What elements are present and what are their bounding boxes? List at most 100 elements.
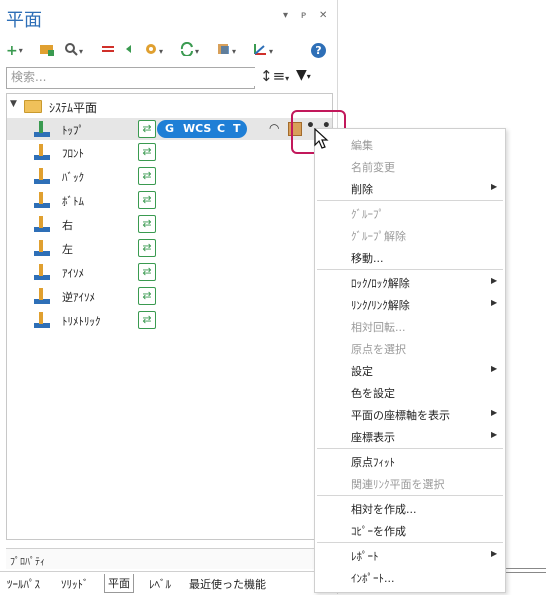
- folder-icon: [24, 100, 42, 113]
- tree-item-left[interactable]: 左 ⇄: [7, 237, 332, 259]
- tab-solid[interactable]: ｿﾘｯﾄﾞ: [58, 575, 92, 593]
- panel-title: 平面: [6, 10, 42, 31]
- chevron-down-icon: ▾: [18, 46, 23, 55]
- tree-item-label: ﾊﾞｯｸ: [62, 171, 84, 184]
- tree-item-top[interactable]: ﾄｯﾌﾟ ⇄ G WCS C T ◠ • •: [7, 118, 332, 140]
- search-input[interactable]: [7, 68, 255, 86]
- plane-icon: [32, 288, 50, 304]
- link-plane-icon[interactable]: ⇄: [138, 120, 156, 138]
- submenu-arrow-icon: ▶: [491, 182, 498, 191]
- tree-item-right[interactable]: 右 ⇄: [7, 213, 332, 235]
- axis-button[interactable]: ▾: [252, 42, 274, 60]
- menu-item-create-relative[interactable]: 相対を作成...: [315, 497, 505, 519]
- submenu-arrow-icon: ▶: [491, 298, 498, 307]
- menu-separator: [317, 448, 503, 449]
- submenu-arrow-icon: ▶: [491, 549, 498, 558]
- refresh-icon: [180, 41, 193, 57]
- axis-icon: [254, 44, 266, 55]
- search-box: [6, 67, 255, 89]
- tree-item-reverse-isometric[interactable]: 逆ｱｲｿﾒ ⇄: [7, 285, 332, 307]
- tab-planes[interactable]: 平面: [104, 574, 134, 593]
- sort-button[interactable]: ↕≡▾: [260, 67, 289, 85]
- tree-item-front[interactable]: ﾌﾛﾝﾄ ⇄: [7, 141, 332, 163]
- tree-item-trimetric[interactable]: ﾄﾘﾒﾄﾘｯｸ ⇄: [7, 309, 332, 331]
- menu-item-select-related-link-planes[interactable]: 関連ﾘﾝｸ平面を選択: [315, 472, 505, 494]
- filter-icon: ▼: [296, 67, 307, 83]
- link-plane-icon[interactable]: ⇄: [138, 287, 156, 305]
- submenu-arrow-icon: ▶: [491, 408, 498, 417]
- chevron-down-icon: ▾: [159, 47, 164, 56]
- mouse-cursor-icon: [314, 128, 329, 149]
- panel-menu-icon[interactable]: ▾: [283, 10, 288, 21]
- menu-item-edit[interactable]: 編集: [315, 133, 505, 155]
- link-plane-icon[interactable]: ⇄: [138, 167, 156, 185]
- tree-item-label: ﾎﾞﾄﾑ: [62, 195, 84, 208]
- menu-item-select-origin[interactable]: 原点を選択: [315, 337, 505, 359]
- badge-c: C: [217, 122, 226, 135]
- menu-item-rename[interactable]: 名前変更: [315, 155, 505, 177]
- pin-icon[interactable]: ᴘ: [301, 10, 306, 21]
- expand-toggle-icon[interactable]: ▼: [10, 99, 17, 109]
- tree-item-bottom[interactable]: ﾎﾞﾄﾑ ⇄: [7, 189, 332, 211]
- tree-item-label: ｱｲｿﾒ: [62, 267, 84, 280]
- sort-icon: ↕≡: [260, 67, 286, 85]
- tree-item-label: 逆ｱｲｿﾒ: [62, 291, 95, 304]
- visibility-icon[interactable]: ◠: [269, 121, 279, 135]
- menu-item-relative-rotate[interactable]: 相対回転...: [315, 315, 505, 337]
- folder-add-button[interactable]: [39, 42, 61, 60]
- undo-icon: [126, 45, 131, 53]
- link-plane-icon[interactable]: ⇄: [138, 311, 156, 329]
- sync-button[interactable]: ▾: [180, 41, 202, 60]
- menu-item-create-copy[interactable]: ｺﾋﾟｰを作成: [315, 519, 505, 541]
- tab-recent-functions[interactable]: 最近使った機能: [186, 575, 269, 593]
- tree-root-system-planes[interactable]: ▼ ｼｽﾃﾑ平面: [7, 97, 332, 117]
- link-plane-icon[interactable]: ⇄: [138, 143, 156, 161]
- menu-item-show-coordinates[interactable]: 座標表示 ▶: [315, 425, 505, 447]
- menu-item-move[interactable]: 移動...: [315, 246, 505, 268]
- undo-plane-button[interactable]: [123, 42, 145, 60]
- divider-lines: [506, 568, 546, 573]
- chevron-down-icon: ▾: [306, 72, 311, 81]
- plane-icon: [32, 144, 50, 160]
- settings-button[interactable]: ▾: [144, 42, 166, 60]
- filter-button[interactable]: ▼▾: [296, 67, 311, 83]
- link-plane-icon[interactable]: ⇄: [138, 215, 156, 233]
- menu-item-show-plane-axes[interactable]: 平面の座標軸を表示 ▶: [315, 403, 505, 425]
- plane-icon: [32, 240, 50, 256]
- menu-item-origin-fit[interactable]: 原点ﾌｨｯﾄ: [315, 450, 505, 472]
- properties-bar[interactable]: ﾌﾟﾛﾊﾟﾃｨ: [6, 548, 337, 569]
- tab-toolpath[interactable]: ﾂｰﾙﾊﾟｽ: [4, 575, 43, 593]
- panel-toolbar: +▾ ▾ ▾ ▾ ▾ ▾ ?: [6, 40, 332, 62]
- chevron-down-icon: ▾: [79, 47, 84, 56]
- plane-tree: ▼ ｼｽﾃﾑ平面 ﾄｯﾌﾟ ⇄ G WCS C T ◠ • • ﾌﾛﾝﾄ ⇄ ﾊ…: [6, 93, 333, 540]
- menu-item-ungroup[interactable]: ｸﾞﾙｰﾌﾟ解除: [315, 224, 505, 246]
- menu-item-set-color[interactable]: 色を設定: [315, 381, 505, 403]
- context-menu: 編集 名前変更 削除 ▶ ｸﾞﾙｰﾌﾟ ｸﾞﾙｰﾌﾟ解除 移動... ﾛｯｸ/ﾛｯ…: [314, 128, 506, 593]
- menu-item-link-unlink[interactable]: ﾘﾝｸ/ﾘﾝｸ解除 ▶: [315, 293, 505, 315]
- submenu-arrow-icon: ▶: [491, 364, 498, 373]
- add-plane-button[interactable]: +▾: [6, 42, 28, 60]
- menu-item-delete[interactable]: 削除 ▶: [315, 177, 505, 199]
- close-icon[interactable]: ✕: [319, 10, 327, 21]
- view-plane-button[interactable]: ▾: [217, 42, 239, 60]
- menu-item-group[interactable]: ｸﾞﾙｰﾌﾟ: [315, 202, 505, 224]
- search-plane-button[interactable]: ▾: [64, 42, 86, 60]
- menu-item-lock-unlock[interactable]: ﾛｯｸ/ﾛｯｸ解除 ▶: [315, 271, 505, 293]
- equal-icon: [102, 46, 114, 52]
- tab-levels[interactable]: ﾚﾍﾞﾙ: [146, 575, 174, 593]
- menu-item-import[interactable]: ｲﾝﾎﾟｰﾄ...: [315, 566, 505, 588]
- menu-item-report[interactable]: ﾚﾎﾟｰﾄ ▶: [315, 544, 505, 566]
- magnifier-icon: [65, 43, 78, 56]
- tree-item-isometric[interactable]: ｱｲｿﾒ ⇄: [7, 261, 332, 283]
- submenu-arrow-icon: ▶: [491, 430, 498, 439]
- link-plane-icon[interactable]: ⇄: [138, 263, 156, 281]
- badge-g: G: [165, 122, 175, 135]
- link-plane-icon[interactable]: ⇄: [138, 191, 156, 209]
- tree-item-back[interactable]: ﾊﾞｯｸ ⇄: [7, 165, 332, 187]
- menu-item-set[interactable]: 設定 ▶: [315, 359, 505, 381]
- menu-separator: [317, 269, 503, 270]
- menu-separator: [317, 542, 503, 543]
- help-icon[interactable]: ?: [311, 43, 326, 58]
- link-plane-icon[interactable]: ⇄: [138, 239, 156, 257]
- equal-plane-button[interactable]: [101, 42, 123, 60]
